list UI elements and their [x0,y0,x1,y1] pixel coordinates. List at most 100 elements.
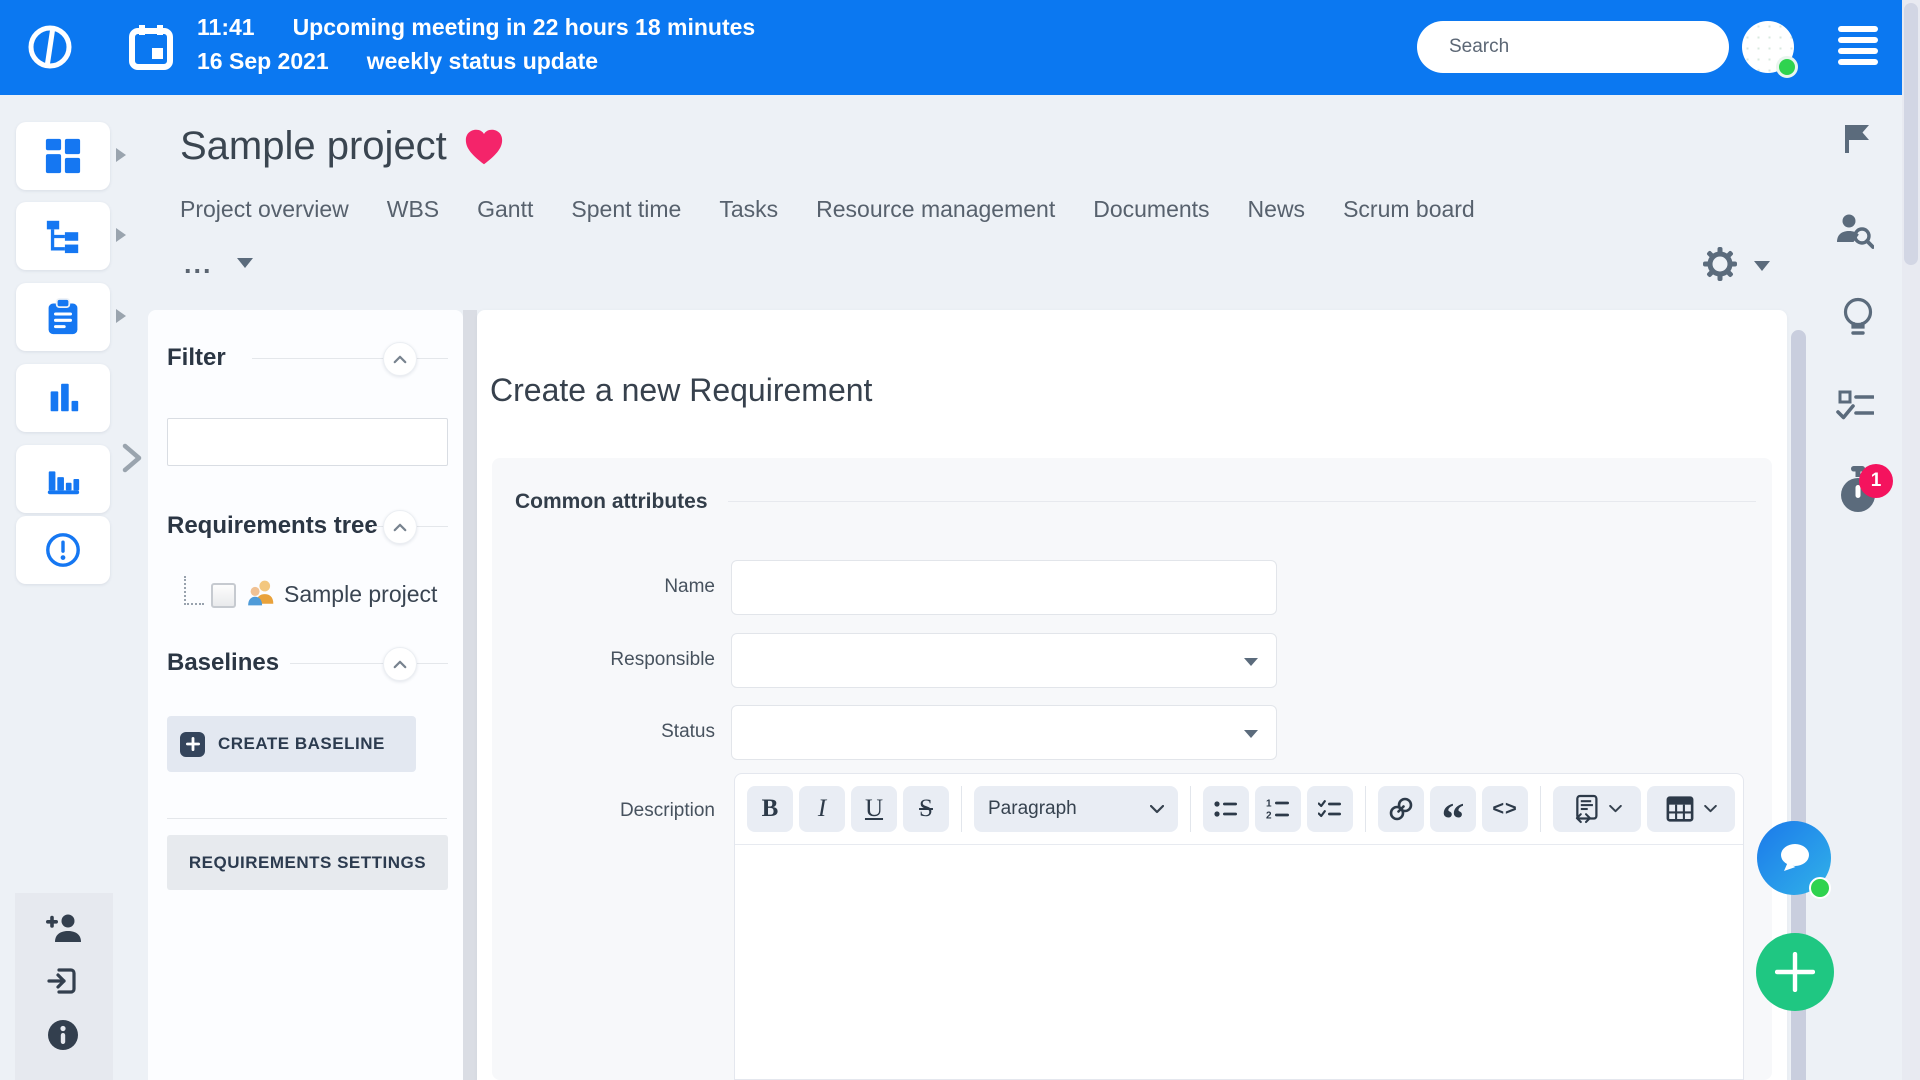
page-title: Sample project [180,124,447,168]
requirements-settings-button[interactable]: REQUIREMENTS SETTINGS [167,835,448,890]
exit-icon[interactable] [47,965,79,997]
alert-icon [46,533,80,567]
more-tabs-dropdown[interactable]: ... [184,251,253,278]
name-label: Name [664,576,715,597]
sidebar-item-wbs-tree[interactable] [16,202,110,270]
add-user-icon[interactable] [45,913,83,943]
table-icon [1666,796,1693,822]
hamburger-menu-icon[interactable] [1838,26,1878,70]
chevron-down-icon [1150,804,1164,813]
heart-icon [465,129,502,164]
project-title-row: Sample project [180,124,505,169]
panel-resize-handle[interactable] [463,310,477,1080]
chevron-right-icon[interactable] [116,228,126,242]
top-bar: 11:41 Upcoming meeting in 22 hours 18 mi… [0,0,1920,95]
user-search-icon[interactable] [1836,212,1874,250]
chat-bubble-icon [1781,844,1809,871]
project-people-icon [248,580,274,606]
editor-content-area[interactable] [735,845,1743,1075]
add-new-button[interactable] [1756,933,1834,1011]
event-date: 16 Sep 2021 [197,48,329,74]
chevron-up-icon [393,660,407,668]
underline-button[interactable]: U [851,786,897,832]
tab-gantt[interactable]: Gantt [477,196,533,223]
description-label: Description [619,800,715,821]
tree-item-checkbox[interactable] [211,583,236,608]
todo-list-button[interactable] [1307,786,1353,832]
sidebar-item-reports[interactable] [16,445,110,513]
bar-chart-icon [50,383,79,412]
insert-table-dropdown[interactable] [1647,786,1735,832]
numbered-list-button[interactable]: 1 2 [1255,786,1301,832]
sidebar-item-charts[interactable] [16,364,110,432]
chevron-right-icon[interactable] [116,148,126,162]
paragraph-label: Paragraph [988,798,1077,819]
code-button[interactable]: <> [1482,786,1528,832]
tab-news[interactable]: News [1248,196,1306,223]
collapse-baselines-button[interactable] [383,647,417,681]
expand-panel-chevron-icon[interactable] [120,442,144,474]
strikethrough-button[interactable]: S [903,786,949,832]
tab-documents[interactable]: Documents [1093,196,1209,223]
select-caret-icon [1244,658,1258,666]
chevron-right-icon[interactable] [116,309,126,323]
online-status-dot [1776,56,1798,78]
tab-project-overview[interactable]: Project overview [180,196,349,223]
tree-icon [46,220,79,254]
responsible-select[interactable] [731,633,1277,688]
flag-icon[interactable] [1842,124,1872,154]
info-icon[interactable] [47,1019,79,1051]
status-select[interactable] [731,705,1277,760]
chat-button[interactable] [1757,821,1831,899]
italic-button[interactable]: I [799,786,845,832]
tab-scrum-board[interactable]: Scrum board [1343,196,1475,223]
collapse-tree-button[interactable] [383,510,417,544]
description-editor: B I U S Paragraph 1 2 “ <> [734,773,1744,1080]
create-baseline-label: CREATE BASELINE [218,734,385,753]
bold-button[interactable]: B [747,786,793,832]
requirements-settings-label: REQUIREMENTS SETTINGS [188,852,427,872]
divider [167,818,447,819]
gear-icon[interactable] [1702,246,1738,282]
avatar[interactable] [1742,21,1798,78]
sidebar-item-alerts[interactable] [16,516,110,584]
insert-template-dropdown[interactable] [1553,786,1641,832]
sidebar-footer [15,893,113,1080]
create-baseline-button[interactable]: CREATE BASELINE [167,716,416,772]
tab-spent-time[interactable]: Spent time [571,196,681,223]
chevron-up-icon [393,355,407,363]
tree-item-sample-project[interactable]: Sample project [284,581,437,608]
block-quote-button[interactable]: “ [1430,786,1476,842]
checklist-icon[interactable] [1836,390,1874,422]
sidebar-item-dashboard[interactable] [16,122,110,190]
tab-wbs[interactable]: WBS [387,196,439,223]
template-icon [1575,794,1598,824]
toolbar-separator [961,786,962,832]
chevron-up-icon [393,523,407,531]
calendar-icon[interactable] [129,24,173,70]
toolbar-separator [1365,786,1366,832]
event-title: weekly status update [366,48,599,74]
tab-resource-management[interactable]: Resource management [816,196,1055,223]
plus-icon [1775,952,1815,992]
meeting-reminder-row[interactable]: 11:41 Upcoming meeting in 22 hours 18 mi… [197,14,755,41]
caret-down-icon [236,258,253,268]
filter-input[interactable] [167,418,448,466]
search-input[interactable] [1417,21,1729,73]
numbered-list-icon: 1 2 [1266,799,1289,821]
settings-caret-icon[interactable] [1754,261,1770,271]
window-scrollbar-thumb[interactable] [1904,3,1918,265]
sidebar-item-tasks[interactable] [16,283,110,351]
name-field[interactable] [731,560,1277,615]
collapse-filter-button[interactable] [383,342,417,376]
app-logo-icon[interactable] [26,23,74,71]
event-row[interactable]: 16 Sep 2021 weekly status update [197,48,598,75]
dashboard-icon [45,138,81,174]
lightbulb-icon[interactable] [1842,297,1874,343]
clock-time: 11:41 [197,14,255,40]
tab-tasks[interactable]: Tasks [719,196,778,223]
link-button[interactable] [1378,786,1424,832]
paragraph-dropdown[interactable]: Paragraph [974,786,1178,832]
svg-text:2: 2 [1266,811,1272,821]
bulleted-list-button[interactable] [1203,786,1249,832]
